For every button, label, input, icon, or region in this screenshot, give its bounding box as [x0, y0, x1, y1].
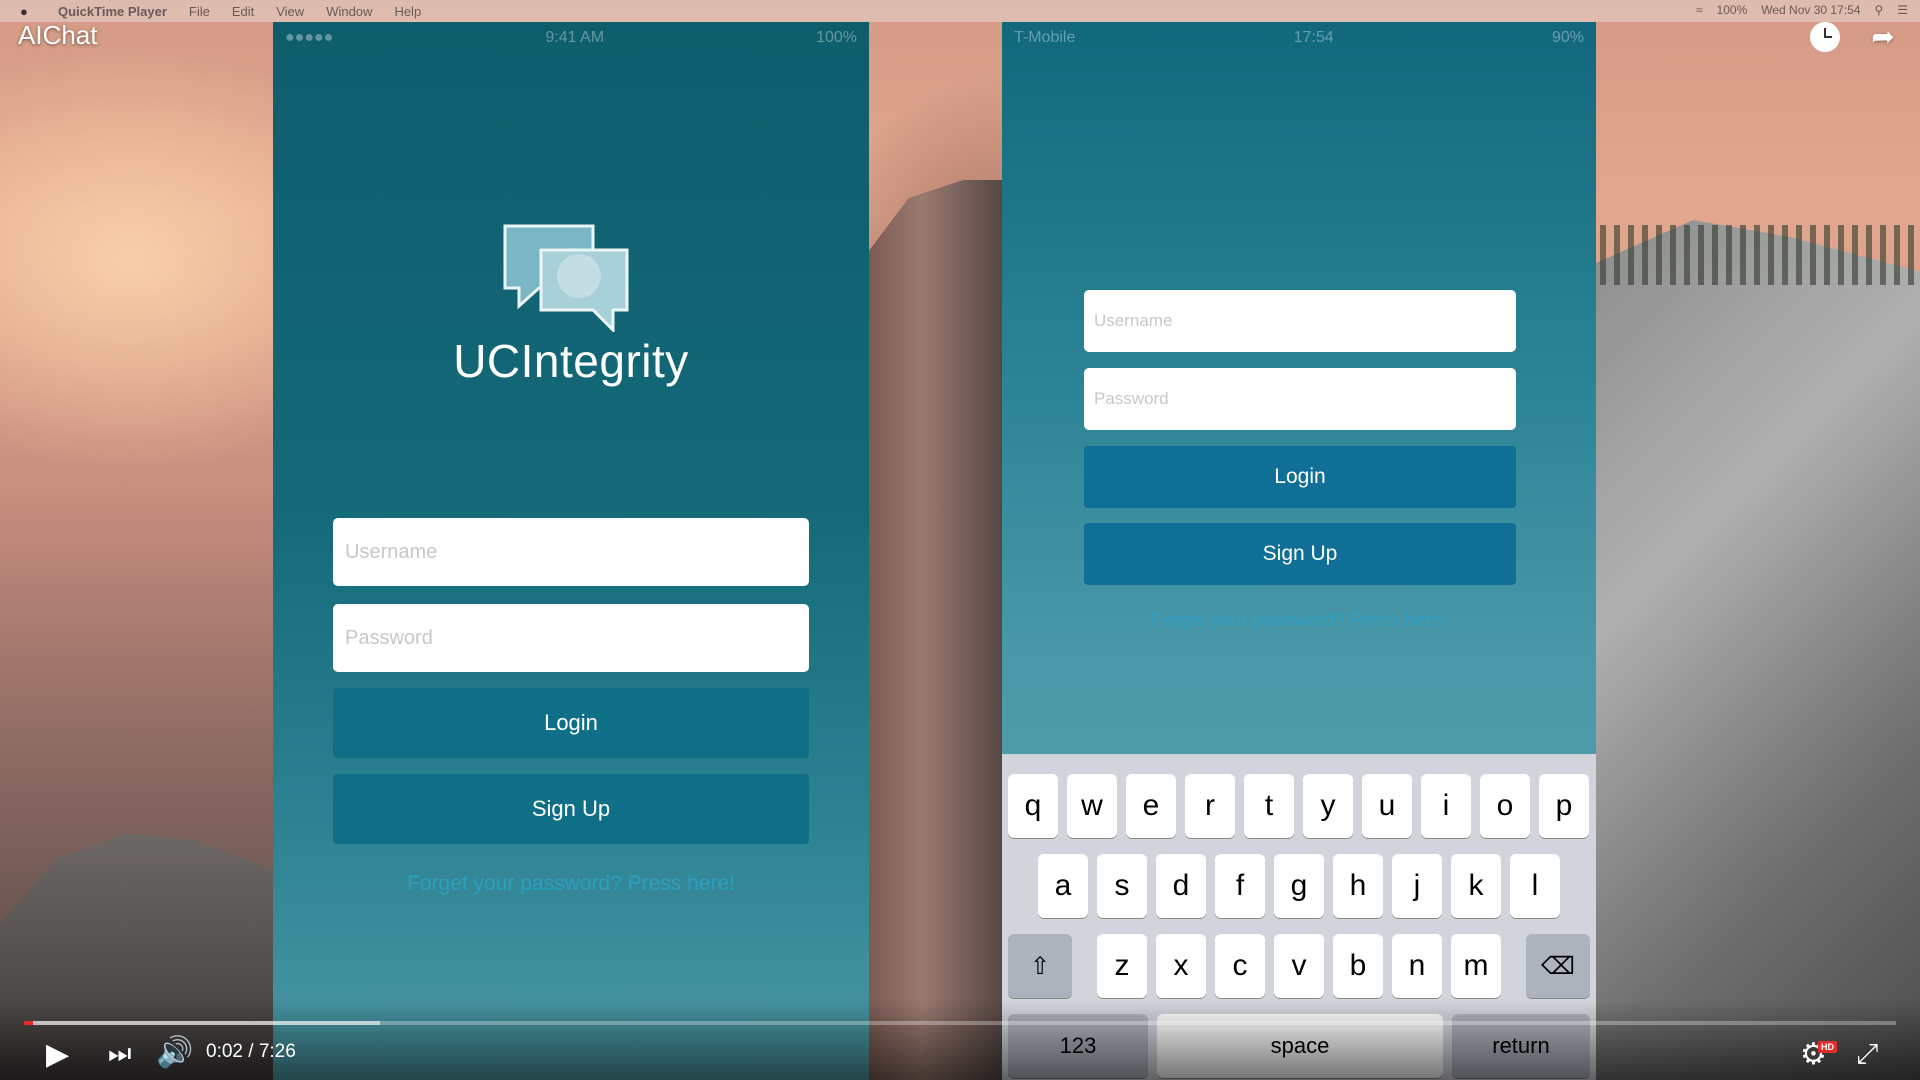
- key-m[interactable]: m: [1451, 934, 1501, 998]
- key-q[interactable]: q: [1008, 774, 1058, 838]
- forgot-password-link[interactable]: Forget your password? Press here!: [1002, 610, 1596, 632]
- password-field[interactable]: Password: [333, 604, 809, 672]
- key-k[interactable]: k: [1451, 854, 1501, 918]
- forgot-password-link[interactable]: Forget your password? Press here!: [273, 872, 869, 896]
- key-l[interactable]: l: [1510, 854, 1560, 918]
- exit-fullscreen-icon[interactable]: ⤢: [1856, 1040, 1878, 1068]
- menubar-clock[interactable]: Wed Nov 30 17:54: [1761, 3, 1860, 17]
- phone-screen-right: T-Mobile 17:54 90% Username Password Log…: [1002, 22, 1596, 1080]
- menu-file[interactable]: File: [189, 4, 210, 19]
- password-field[interactable]: Password: [1084, 368, 1516, 430]
- player-controls-bar: [0, 1000, 1920, 1080]
- spotlight-icon[interactable]: ⚲: [1874, 3, 1883, 17]
- key-g[interactable]: g: [1274, 854, 1324, 918]
- username-field[interactable]: Username: [333, 518, 809, 586]
- key-x[interactable]: x: [1156, 934, 1206, 998]
- mac-menubar: ● QuickTime Player File Edit View Window…: [0, 0, 1920, 22]
- key-d[interactable]: d: [1156, 854, 1206, 918]
- key-v[interactable]: v: [1274, 934, 1324, 998]
- key-w[interactable]: w: [1067, 774, 1117, 838]
- notification-center-icon[interactable]: ☰: [1897, 3, 1908, 17]
- menubar-battery[interactable]: 100%: [1717, 3, 1748, 17]
- menu-help[interactable]: Help: [394, 4, 421, 19]
- progress-buffered: [24, 1021, 380, 1025]
- backspace-key-icon[interactable]: ⌫: [1526, 934, 1590, 998]
- key-c[interactable]: c: [1215, 934, 1265, 998]
- key-a[interactable]: a: [1038, 854, 1088, 918]
- progress-played: [24, 1021, 34, 1025]
- key-b[interactable]: b: [1333, 934, 1383, 998]
- signal-icon: ●●●●●: [285, 29, 334, 46]
- volume-icon[interactable]: 🔊: [156, 1038, 193, 1068]
- cliff-right: [1596, 220, 1920, 1080]
- shift-key-icon[interactable]: ⇧: [1008, 934, 1072, 998]
- phone-screen-left: ●●●●● 9:41 AM 100% UCIntegrity Username …: [273, 22, 869, 1080]
- tree-line: [1600, 225, 1920, 285]
- status-battery: 100%: [816, 29, 857, 46]
- key-o[interactable]: o: [1480, 774, 1530, 838]
- key-z[interactable]: z: [1097, 934, 1147, 998]
- apple-icon[interactable]: ●: [20, 4, 32, 19]
- clock-icon[interactable]: [1810, 20, 1844, 54]
- status-battery: 90%: [1551, 29, 1584, 46]
- key-f[interactable]: f: [1215, 854, 1265, 918]
- signup-button[interactable]: Sign Up: [1084, 523, 1516, 585]
- next-icon[interactable]: ⏭: [108, 1040, 131, 1066]
- wifi-icon[interactable]: ≈: [1696, 3, 1703, 17]
- video-top-actions: ➦: [1810, 20, 1900, 54]
- menu-edit[interactable]: Edit: [232, 4, 254, 19]
- menu-app-name[interactable]: QuickTime Player: [58, 4, 167, 19]
- status-bar: ●●●●● 9:41 AM 100%: [273, 22, 869, 54]
- key-t[interactable]: t: [1244, 774, 1294, 838]
- video-title[interactable]: AIChat: [18, 20, 98, 51]
- menubar-status-area: ≈ 100% Wed Nov 30 17:54 ⚲ ☰: [1696, 3, 1908, 17]
- login-button[interactable]: Login: [333, 688, 809, 758]
- login-button[interactable]: Login: [1084, 446, 1516, 508]
- play-icon[interactable]: ▶: [46, 1040, 69, 1070]
- key-p[interactable]: p: [1539, 774, 1589, 838]
- share-arrow-icon[interactable]: ➦: [1866, 20, 1900, 54]
- menu-view[interactable]: View: [276, 4, 304, 19]
- menu-window[interactable]: Window: [326, 4, 372, 19]
- cliff-middle: [868, 180, 1004, 1080]
- brand-name: UCIntegrity: [453, 335, 689, 387]
- key-r[interactable]: r: [1185, 774, 1235, 838]
- key-e[interactable]: e: [1126, 774, 1176, 838]
- time-display: 0:02 / 7:26: [206, 1041, 296, 1062]
- key-h[interactable]: h: [1333, 854, 1383, 918]
- chat-bubbles-logo-icon: [503, 224, 629, 332]
- status-carrier: T-Mobile: [1014, 29, 1076, 46]
- username-field[interactable]: Username: [1084, 290, 1516, 352]
- progress-bar[interactable]: [24, 1021, 1896, 1025]
- key-s[interactable]: s: [1097, 854, 1147, 918]
- key-u[interactable]: u: [1362, 774, 1412, 838]
- key-i[interactable]: i: [1421, 774, 1471, 838]
- status-time: 17:54: [1293, 29, 1334, 46]
- key-y[interactable]: y: [1303, 774, 1353, 838]
- signup-button[interactable]: Sign Up: [333, 774, 809, 844]
- status-time: 9:41 AM: [545, 29, 605, 46]
- key-n[interactable]: n: [1392, 934, 1442, 998]
- status-bar: T-Mobile 17:54 90%: [1002, 22, 1596, 54]
- hd-badge: HD: [1818, 1041, 1837, 1053]
- key-j[interactable]: j: [1392, 854, 1442, 918]
